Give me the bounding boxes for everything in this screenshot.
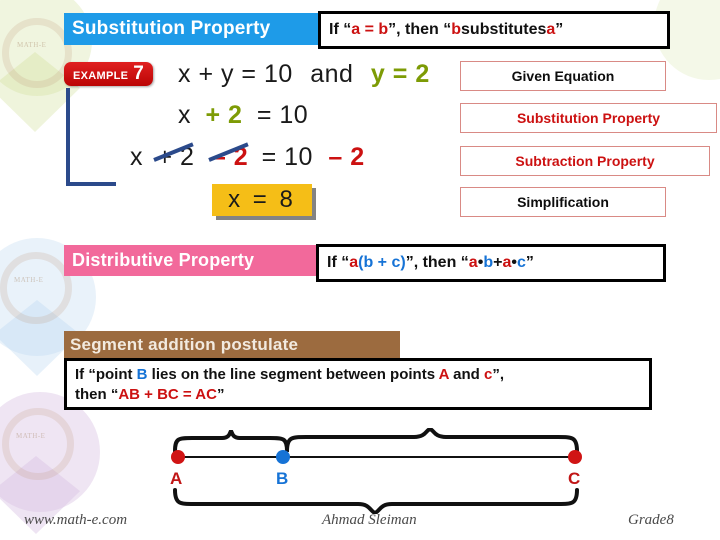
brace-ab (173, 430, 289, 452)
watermark-ring-1 (2, 18, 72, 88)
footer-author: Ahmad Sleiman (322, 512, 417, 528)
distributive-rule-box: If “a (b + c)”, then “a • b + a • c” (316, 244, 666, 282)
reason-simplification-label: Simplification (517, 194, 609, 210)
answer-value: x = 8 (228, 186, 296, 213)
substitution-property-banner: Substitution Property (64, 13, 322, 45)
equation-line-3-subtract-two: – 2 (328, 143, 365, 171)
segment-point-a-ref: A (438, 366, 449, 383)
equation-line-3-cancel-minus-two: – 2 (208, 142, 249, 172)
reason-simplification: Simplification (460, 187, 666, 217)
segment-postulate-banner: Segment addition postulate (64, 331, 400, 359)
distributive-rule-a2: a (468, 254, 478, 271)
brace-bc (285, 428, 579, 452)
distributive-rule-suffix: ” (525, 254, 534, 271)
substitution-rule-suffix: ” (555, 21, 564, 38)
example-badge: EXAMPLE 7 (64, 62, 153, 86)
point-c-dot (568, 450, 582, 464)
segment-equation: AB + BC = AC (118, 386, 217, 404)
equation-line-3-rhs: = 10 (261, 143, 313, 171)
reason-subtraction-property: Subtraction Property (460, 146, 710, 176)
equation-line-1-given-y: y = 2 (370, 60, 430, 88)
point-a-dot (171, 450, 185, 464)
equation-line-3-cancel-plus-two: + 2 (153, 142, 195, 172)
equation-line-1: x + y = 10 and y = 2 (178, 60, 430, 89)
distributive-banner-label: Distributive Property (72, 250, 255, 270)
equation-line-2-rhs: = 10 (256, 101, 309, 129)
substitution-rule-mid2: substitutes (461, 21, 547, 38)
substitution-rule-a-equals-b: a = b (351, 21, 389, 38)
distributive-rule-plus: + (493, 254, 503, 271)
distributive-rule-b: b (483, 254, 494, 271)
example-badge-label: EXAMPLE (73, 70, 129, 82)
substitution-rule-middle: ”, then “ (388, 21, 452, 38)
reason-substitution-property-label: Substitution Property (516, 110, 661, 126)
distributive-rule-a3: a (502, 254, 512, 271)
watermark-label-1: MATH-E (17, 41, 47, 49)
distributive-rule-middle: ”, then “ (405, 254, 469, 271)
reason-subtraction-property-label: Subtraction Property (515, 153, 655, 169)
point-b-label: B (276, 469, 289, 488)
equation-line-2-plus-two: + 2 (205, 101, 243, 129)
segment-line1-p4: ”, (492, 366, 504, 383)
segment-postulate-body: If “point B lies on the line segment bet… (64, 358, 652, 410)
watermark-blob-purple (0, 392, 100, 512)
slide-canvas: MATH-E MATH-E MATH-E Substitution Proper… (0, 0, 720, 540)
footer-site: www.math-e.com (24, 512, 128, 528)
substitution-rule-b: b (451, 21, 462, 38)
watermark-ring-3 (2, 408, 74, 480)
equation-line-3-x: x (130, 143, 143, 171)
equation-line-2: x + 2 = 10 (178, 101, 308, 130)
distributive-property-banner: Distributive Property (64, 245, 320, 276)
equation-line-2-x: x (178, 101, 191, 129)
segment-line (178, 456, 576, 458)
equation-line-1-and: and (310, 60, 354, 88)
distributive-rule-prefix: If “ (327, 254, 350, 271)
substitution-rule-box: If “a = b”, then “b substitutes a” (318, 11, 670, 49)
reason-given-equation: Given Equation (460, 61, 666, 91)
watermark-label-2: MATH-E (14, 276, 44, 284)
watermark-ring-2 (0, 252, 72, 324)
segment-line1-p1: If “point (75, 366, 137, 383)
example-badge-number: 7 (133, 63, 144, 84)
segment-point-b-ref: B (136, 366, 148, 383)
point-a-label: A (170, 469, 183, 488)
distributive-rule-c: c (516, 254, 526, 271)
segment-line1-p2: lies on the line segment between points (147, 366, 439, 383)
distributive-rule-a1: a (349, 254, 359, 271)
reason-substitution-property: Substitution Property (460, 103, 717, 133)
brace-ac (173, 488, 579, 514)
equation-line-3: x + 2 – 2 = 10 – 2 (130, 142, 365, 172)
example-connector-line (66, 88, 116, 186)
equation-line-1-lhs: x + y = 10 (178, 60, 293, 88)
segment-postulate-line-2: then “AB + BC = AC” (75, 385, 641, 405)
footer-grade: Grade8 (628, 512, 674, 528)
substitution-rule-prefix: If “ (329, 21, 352, 38)
point-b-dot (276, 450, 290, 464)
answer-highlight-box: x = 8 (212, 184, 312, 216)
distributive-rule-bc: (b + c) (358, 254, 406, 271)
segment-line2-p1: then “ (75, 386, 119, 404)
segment-line2-p2: ” (216, 386, 225, 404)
segment-line1-p3: and (448, 366, 484, 383)
point-c-label: C (568, 469, 581, 488)
segment-banner-label: Segment addition postulate (70, 335, 299, 354)
substitution-banner-label: Substitution Property (72, 18, 271, 39)
segment-postulate-line-1: If “point B lies on the line segment bet… (75, 365, 641, 385)
reason-given-equation-label: Given Equation (511, 68, 615, 84)
substitution-rule-a: a (546, 21, 556, 38)
watermark-label-3: MATH-E (16, 432, 46, 440)
